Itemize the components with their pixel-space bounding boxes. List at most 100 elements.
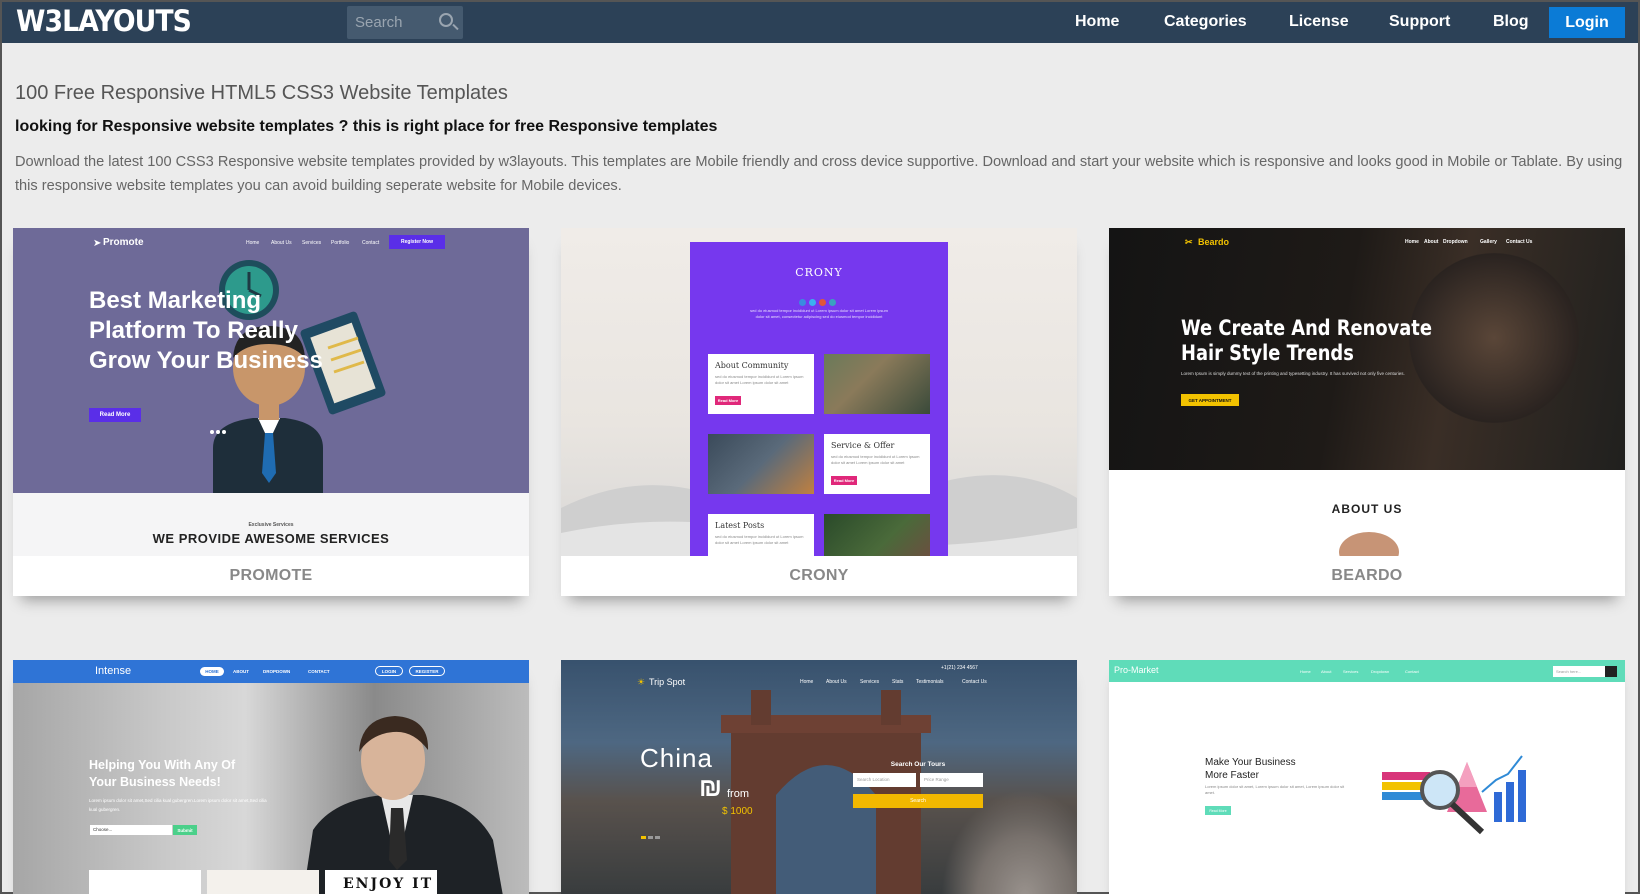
tripspot-phone: +1(21) 234 4567	[941, 665, 978, 671]
template-card-promarket[interactable]: Pro-Market Home About Services Dropdown …	[1109, 660, 1625, 894]
template-name[interactable]: BEARDO	[1109, 556, 1625, 596]
template-preview[interactable]: ✂ Beardo Home About Dropdown Gallery Con…	[1109, 228, 1625, 556]
promarket-search-input: Search here...	[1553, 666, 1605, 677]
promote-exclusive-label: Exclusive Services	[248, 522, 294, 528]
nav-blog[interactable]: Blog	[1493, 13, 1529, 31]
crony-read-more: Read More	[715, 396, 741, 405]
sun-icon: ☀	[637, 677, 646, 687]
promote-nav-services: Services	[302, 240, 322, 246]
template-card-crony[interactable]: CRONY sed do eiusmod tempor incididunt u…	[561, 228, 1077, 596]
beardo-headline-1: We Create And Renovate	[1181, 316, 1432, 340]
tripspot-city: China	[640, 743, 713, 773]
template-preview[interactable]: Pro-Market Home About Services Dropdown …	[1109, 660, 1625, 894]
promarket-read-more: Read More	[1205, 806, 1231, 815]
template-card-promote[interactable]: ➤ Promote Home About Us Services Portfol…	[13, 228, 529, 596]
promarket-headline-1: Make Your Business	[1205, 757, 1296, 768]
promote-headline: Best Marketing Platform To Really Grow Y…	[89, 287, 323, 374]
promote-nav-home: Home	[246, 240, 260, 246]
nav-categories[interactable]: Categories	[1164, 13, 1247, 31]
promarket-nav-dropdown: Dropdown	[1371, 669, 1390, 674]
nav-support[interactable]: Support	[1389, 13, 1450, 31]
barber-photo	[1409, 253, 1579, 423]
beardo-nav-gallery: Gallery	[1480, 239, 1497, 245]
intense-login: LOGIN	[375, 666, 403, 676]
scissors-icon: ✂	[1185, 237, 1193, 247]
beardo-about-photo	[1339, 532, 1399, 556]
tripspot-nav-stats: Stats	[892, 679, 904, 685]
template-card-intense[interactable]: Intense HOME ABOUT DROPDOWN CONTACT LOGI…	[13, 660, 529, 894]
tripspot-location-input: Search Location	[853, 773, 916, 787]
page-title: 100 Free Responsive HTML5 CSS3 Website T…	[15, 82, 508, 104]
login-button[interactable]: Login	[1549, 7, 1625, 38]
crony-photo-hikers	[824, 354, 930, 414]
intense-headline-1: Helping You With Any Of	[89, 758, 236, 772]
site-logo[interactable]: W3LAYOUTS	[16, 4, 192, 38]
crony-about-title: About Community	[715, 361, 789, 370]
crony-brand: CRONY	[795, 266, 843, 279]
nav-home[interactable]: Home	[1075, 13, 1119, 31]
crony-service-title: Service & Offer	[831, 441, 895, 450]
crony-photo-group	[824, 514, 930, 556]
tripspot-from: from	[727, 788, 749, 800]
tripspot-nav-contact: Contact Us	[962, 679, 987, 685]
nav-license[interactable]: License	[1289, 13, 1349, 31]
promarket-nav-about: About	[1321, 669, 1332, 674]
promarket-nav-contact: Contact	[1405, 669, 1419, 674]
template-card-tripspot[interactable]: +1(21) 234 4567 ☀ Trip Spot Home About U…	[561, 660, 1077, 894]
intense-nav-contact: CONTACT	[308, 669, 330, 674]
carousel-dots	[641, 826, 663, 839]
crony-posts-box: Latest Posts sed do eiusmod tempor incid…	[708, 514, 814, 556]
page-description: Download the latest 100 CSS3 Responsive …	[15, 154, 1623, 194]
template-preview[interactable]: Intense HOME ABOUT DROPDOWN CONTACT LOGI…	[13, 660, 529, 894]
promarket-brand: Pro-Market	[1114, 665, 1159, 675]
intense-nav-about: ABOUT	[233, 669, 249, 674]
template-card-beardo[interactable]: ✂ Beardo Home About Dropdown Gallery Con…	[1109, 228, 1625, 596]
beardo-cta: GET APPOINTMENT	[1181, 394, 1239, 406]
beardo-nav-home: Home	[1405, 239, 1419, 245]
intense-thumb-2	[207, 870, 319, 894]
template-name[interactable]: CRONY	[561, 556, 1077, 596]
search-icon	[1605, 666, 1617, 677]
intense-lorem: Lorem ipsum dolor sit amet,Sed cilia kua…	[89, 798, 267, 812]
template-preview[interactable]: CRONY sed do eiusmod tempor incididunt u…	[561, 228, 1077, 556]
intense-brand: Intense	[95, 665, 132, 677]
search-input[interactable]	[347, 6, 437, 39]
promote-nav-portfolio: Portfolio	[331, 240, 350, 246]
search-box	[347, 6, 463, 39]
crony-posts-title: Latest Posts	[715, 521, 765, 530]
template-preview[interactable]: +1(21) 234 4567 ☀ Trip Spot Home About U…	[561, 660, 1077, 894]
analytics-illustration	[1382, 755, 1526, 835]
crony-posts-text: sed do eiusmod tempor incididunt ut Lore…	[715, 534, 804, 545]
promarket-nav-services: Services	[1343, 669, 1359, 674]
carousel-dots	[210, 421, 230, 434]
paper-plane-icon: ➤	[93, 238, 102, 249]
businessman-photo	[303, 716, 503, 894]
template-name[interactable]: PROMOTE	[13, 556, 529, 596]
intense-choose-select: Choose...	[90, 825, 172, 835]
tripspot-nav-services: Services	[860, 679, 880, 685]
beardo-headline-2: Hair Style Trends	[1181, 341, 1354, 365]
carousel-dots	[1355, 461, 1379, 474]
intense-thumb-1	[89, 870, 201, 894]
intense-nav-home: HOME	[200, 667, 224, 676]
tripspot-nav-about: About Us	[826, 679, 847, 685]
tripspot-price-input: Price Range	[920, 773, 983, 787]
promote-nav-contact: Contact	[362, 240, 380, 246]
intense-nav-dropdown: DROPDOWN	[263, 669, 291, 674]
crony-service-text: sed do eiusmod tempor incididunt ut Lore…	[831, 454, 920, 465]
beardo-nav-about: About	[1424, 239, 1439, 245]
tripspot-price: $ 1000	[722, 806, 753, 817]
crony-about-box: About Community sed do eiusmod tempor in…	[708, 354, 814, 414]
beardo-nav-dropdown: Dropdown	[1443, 239, 1468, 245]
promote-nav-about: About Us	[271, 240, 292, 246]
crony-read-more-2: Read More	[831, 476, 857, 485]
currency-icon: ₪	[699, 772, 722, 802]
tripspot-brand: Trip Spot	[649, 677, 686, 687]
template-preview[interactable]: ➤ Promote Home About Us Services Portfol…	[13, 228, 529, 556]
search-icon[interactable]	[439, 13, 453, 27]
intense-thumb-3: ENJOY IT	[325, 870, 437, 894]
intense-headline-2: Your Business Needs!	[89, 775, 221, 789]
promote-read-more: Read More	[89, 408, 141, 422]
crony-intro-text: sed do eiusmod tempor incididunt ut Lore…	[750, 308, 888, 319]
top-navbar: W3LAYOUTS Home Categories License Suppor…	[2, 2, 1638, 43]
